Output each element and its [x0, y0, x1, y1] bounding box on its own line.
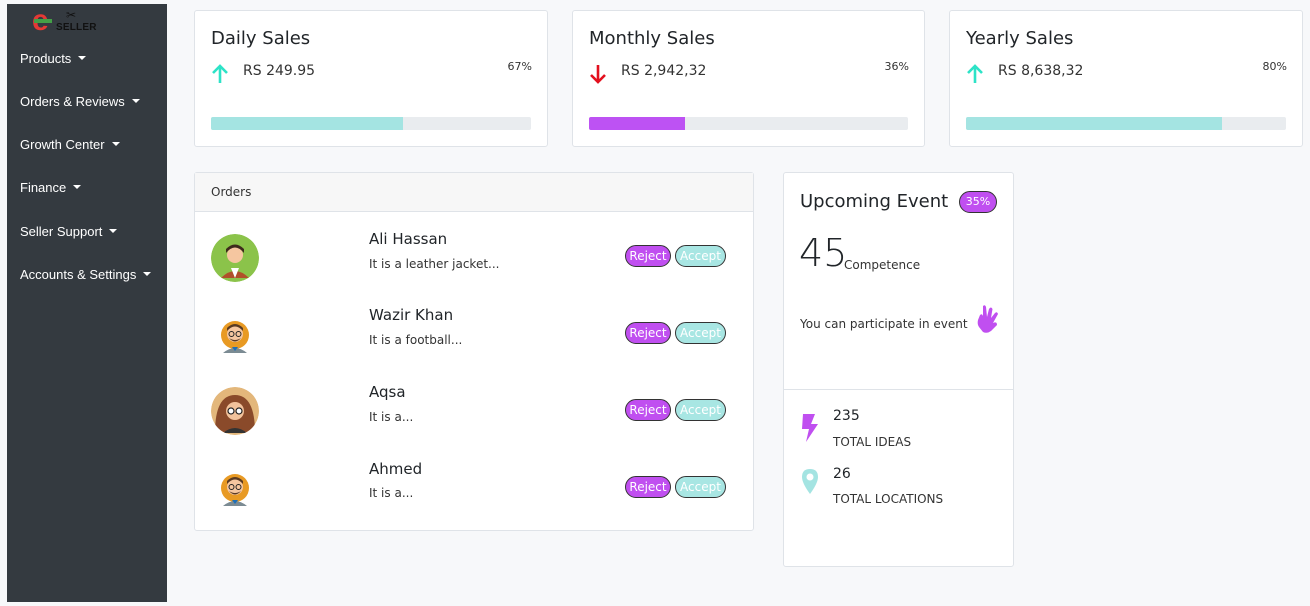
avatar	[211, 234, 259, 282]
order-desc: It is a...	[369, 486, 414, 500]
arrow-up-icon	[212, 64, 228, 83]
upcoming-event-card: Upcoming Event 35% 45 Competence You can…	[783, 172, 1014, 567]
progress-bar	[966, 117, 1286, 130]
stat-percent: 67%	[507, 60, 532, 73]
accept-button[interactable]: Accept	[675, 399, 726, 421]
event-title: Upcoming Event	[800, 191, 949, 212]
accept-button[interactable]: Accept	[675, 322, 726, 344]
sidebar-item-label: Seller Support	[20, 224, 103, 239]
logo-bar	[34, 19, 52, 23]
sidebar-item-label: Orders & Reviews	[20, 94, 125, 109]
monthly-sales-card: Monthly Sales RS 2,942,32 36%	[572, 10, 925, 147]
order-desc: It is a...	[369, 410, 414, 424]
arrow-up-icon	[967, 64, 983, 83]
progress-fill	[966, 117, 1222, 130]
accept-button[interactable]: Accept	[675, 476, 726, 498]
caret-down-icon	[111, 142, 120, 146]
logo-mark-icon: ✂	[66, 8, 77, 22]
stat-title: Daily Sales	[211, 28, 311, 49]
progress-bar	[589, 117, 908, 130]
stat-value: RS 249.95	[243, 63, 316, 79]
ideas-count: 235	[833, 408, 860, 424]
locations-label: TOTAL LOCATIONS	[833, 492, 944, 506]
progress-fill	[589, 117, 685, 130]
orders-title: Orders	[211, 185, 252, 199]
reject-button[interactable]: Reject	[625, 399, 671, 421]
locations-count: 26	[833, 466, 851, 482]
event-badge: 35%	[959, 191, 997, 213]
event-description: You can participate in event	[800, 317, 968, 331]
yearly-sales-card: Yearly Sales RS 8,638,32 80%	[949, 10, 1303, 147]
lightning-icon	[802, 414, 818, 442]
caret-down-icon	[143, 272, 152, 276]
event-count: 45	[799, 231, 848, 275]
orders-card: Orders Ali Hassan It is a leather jacket…	[194, 172, 754, 531]
sidebar-item-label: Growth Center	[20, 137, 105, 152]
order-desc: It is a football...	[369, 333, 463, 347]
order-name: Aqsa	[369, 383, 406, 401]
progress-fill	[211, 117, 403, 130]
event-count-label: Competence	[844, 258, 921, 272]
caret-down-icon	[131, 99, 140, 103]
divider	[784, 389, 1013, 390]
arrow-down-icon	[590, 65, 606, 84]
sidebar-item-seller-support[interactable]: Seller Support	[20, 224, 118, 239]
reject-button[interactable]: Reject	[625, 245, 671, 267]
stat-value: RS 2,942,32	[621, 63, 707, 79]
sidebar-item-label: Products	[20, 51, 72, 66]
orders-header: Orders	[195, 173, 753, 212]
caret-down-icon	[73, 185, 82, 189]
sidebar-item-accounts-settings[interactable]: Accounts & Settings	[20, 267, 152, 282]
sidebar: e ✂ SELLER Products Orders & Reviews Gro…	[7, 4, 167, 602]
stat-title: Yearly Sales	[966, 28, 1074, 49]
stat-value: RS 8,638,32	[998, 63, 1084, 79]
daily-sales-card: Daily Sales RS 249.95 67%	[194, 10, 548, 147]
caret-down-icon	[78, 56, 87, 60]
sidebar-item-products[interactable]: Products	[20, 51, 87, 66]
stat-title: Monthly Sales	[589, 28, 715, 49]
reject-button[interactable]: Reject	[625, 476, 671, 498]
avatar	[221, 321, 249, 353]
sidebar-item-label: Finance	[20, 180, 67, 195]
stat-percent: 80%	[1262, 60, 1287, 73]
sidebar-item-finance[interactable]: Finance	[20, 180, 82, 195]
hand-pointer-icon[interactable]	[974, 303, 1002, 335]
avatar	[221, 474, 249, 506]
caret-down-icon	[109, 229, 118, 233]
accept-button[interactable]: Accept	[675, 245, 726, 267]
order-desc: It is a leather jacket...	[369, 257, 500, 271]
sidebar-item-growth-center[interactable]: Growth Center	[20, 137, 120, 152]
sidebar-item-label: Accounts & Settings	[20, 267, 137, 282]
order-name: Ahmed	[369, 460, 423, 478]
progress-bar	[211, 117, 531, 130]
logo[interactable]: e ✂ SELLER	[32, 6, 112, 40]
logo-text: SELLER	[56, 22, 97, 33]
sidebar-item-orders-reviews[interactable]: Orders & Reviews	[20, 94, 140, 109]
location-pin-icon	[802, 469, 818, 494]
ideas-label: TOTAL IDEAS	[833, 435, 912, 449]
order-name: Wazir Khan	[369, 306, 454, 324]
reject-button[interactable]: Reject	[625, 322, 671, 344]
order-name: Ali Hassan	[369, 230, 448, 248]
stat-percent: 36%	[884, 60, 909, 73]
avatar	[211, 387, 259, 435]
